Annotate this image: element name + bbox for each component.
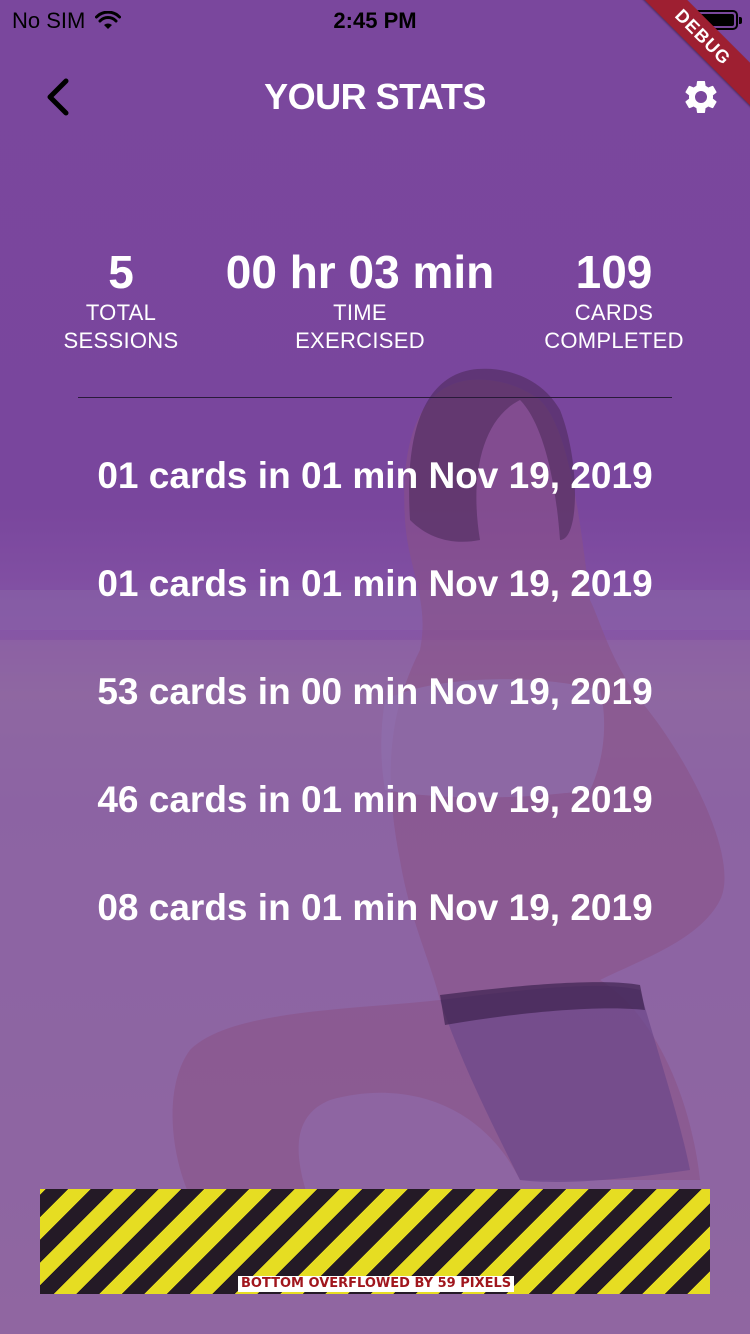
overflow-label: BOTTOM OVERFLOWED BY 59 PIXELS <box>238 1276 515 1292</box>
stat-label-line2: COMPLETED <box>544 328 684 353</box>
status-bar: No SIM 2:45 PM <box>0 0 750 40</box>
gear-icon <box>685 80 717 113</box>
settings-button[interactable] <box>678 74 724 120</box>
stat-value: 5 <box>108 246 134 298</box>
overflow-warning: BOTTOM OVERFLOWED BY 59 PIXELS <box>40 1189 710 1294</box>
stat-label-line2: EXERCISED <box>295 328 425 353</box>
list-item[interactable]: 01 cards in 01 min Nov 19, 2019 <box>0 556 750 664</box>
list-item[interactable]: 01 cards in 01 min Nov 19, 2019 <box>0 448 750 556</box>
page-title: YOUR STATS <box>264 76 486 117</box>
divider <box>78 397 672 398</box>
stat-cards-completed: 109 CARDS COMPLETED <box>530 245 698 355</box>
app-bar: YOUR STATS <box>0 60 750 140</box>
stat-label-line2: SESSIONS <box>63 328 179 353</box>
list-item[interactable]: 46 cards in 01 min Nov 19, 2019 <box>0 772 750 880</box>
stats-summary: 5 TOTAL SESSIONS 00 hr 03 min TIME EXERC… <box>0 245 750 365</box>
status-time: 2:45 PM <box>333 8 417 33</box>
stat-total-sessions: 5 TOTAL SESSIONS <box>50 245 192 355</box>
list-item[interactable]: 53 cards in 00 min Nov 19, 2019 <box>0 664 750 772</box>
session-list: 01 cards in 01 min Nov 19, 2019 01 cards… <box>0 448 750 988</box>
stat-time-exercised: 00 hr 03 min TIME EXERCISED <box>200 245 520 355</box>
stat-label-line1: TOTAL <box>85 300 157 325</box>
stat-value: 109 <box>575 246 653 298</box>
stat-label-line1: CARDS <box>574 300 654 325</box>
stat-value: 00 hr 03 min <box>225 246 495 298</box>
list-item[interactable]: 08 cards in 01 min Nov 19, 2019 <box>0 880 750 988</box>
stat-label-line1: TIME <box>333 300 387 325</box>
